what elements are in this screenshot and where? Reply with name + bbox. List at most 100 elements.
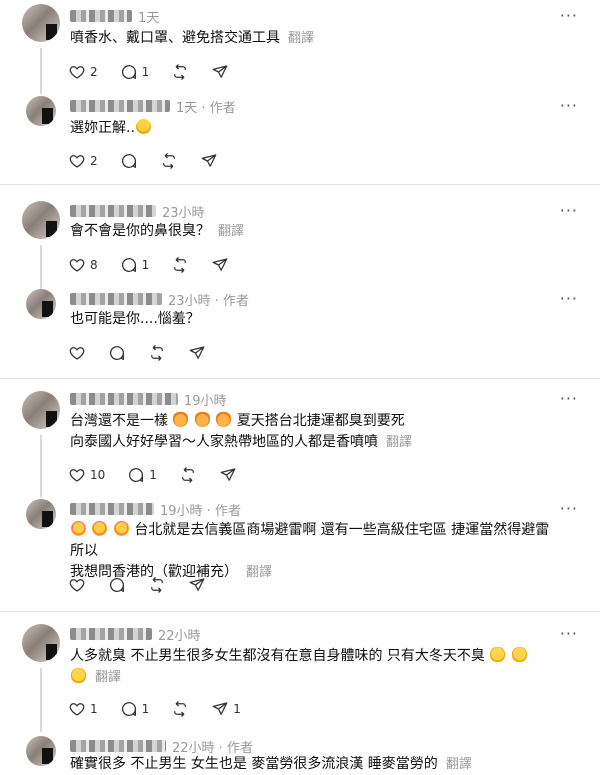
thread-line: [40, 245, 42, 291]
thread-line: [40, 668, 42, 732]
username[interactable]: [70, 740, 166, 752]
heart-icon: [69, 66, 85, 79]
share-button[interactable]: [188, 344, 206, 362]
repost-button[interactable]: [171, 63, 189, 81]
username[interactable]: [70, 205, 156, 217]
repost-icon: [174, 257, 187, 273]
avatar[interactable]: [22, 4, 60, 42]
avatar[interactable]: [26, 289, 56, 319]
send-icon: [212, 258, 228, 271]
comment-thread: 22小時 ··· 人多就臭 不止男生很多女生都沒有在意自身體味的 只有大冬天不臭…: [0, 612, 600, 773]
like-count: 2: [90, 65, 98, 79]
action-bar: 10 1: [68, 464, 259, 486]
like-button[interactable]: 2: [68, 152, 98, 170]
comment-header: 1天 · 作者: [70, 96, 236, 116]
avatar[interactable]: [26, 736, 56, 766]
timestamp: 1天 · 作者: [176, 100, 236, 116]
hugging-face-emoji: [490, 647, 506, 662]
hugging-face-emoji: [71, 668, 86, 683]
repost-button[interactable]: [160, 152, 178, 170]
reply-button[interactable]: [120, 152, 138, 170]
share-count: 1: [233, 702, 241, 716]
comment-text: 選妳正解..: [70, 118, 560, 139]
like-count: 10: [90, 468, 106, 482]
more-options-icon[interactable]: ···: [560, 289, 578, 308]
share-button[interactable]: [200, 152, 218, 170]
comment-header: 19小時 · 作者: [70, 499, 241, 519]
repost-button[interactable]: [171, 700, 189, 718]
username[interactable]: [70, 100, 170, 112]
pouting-cat-emoji: [173, 412, 189, 427]
repost-icon: [174, 64, 187, 80]
avatar[interactable]: [26, 96, 56, 126]
username[interactable]: [70, 628, 152, 640]
comment-thread: 19小時 ··· 台灣還不是一樣 夏天搭台北捷運都臭到要死 向泰國人好好學習～人…: [0, 379, 600, 612]
translate-link[interactable]: 翻譯: [386, 435, 412, 450]
share-button[interactable]: [211, 256, 229, 274]
heart-icon: [69, 155, 85, 168]
translate-link[interactable]: 翻譯: [95, 670, 121, 685]
reply-button[interactable]: 1: [120, 63, 149, 81]
crying-face-emoji: [135, 119, 151, 134]
comment-header: 23小時 · 作者: [70, 289, 249, 309]
comment-text: 確實很多 不止男生 女生也是 麥當勞很多流浪漢 睡麥當勞的 翻譯: [70, 756, 472, 772]
like-button[interactable]: 8: [68, 256, 98, 274]
username[interactable]: [70, 10, 132, 22]
comment-icon: [121, 702, 136, 717]
more-options-icon[interactable]: ···: [560, 96, 578, 115]
repost-button[interactable]: [148, 576, 166, 594]
repost-button[interactable]: [171, 256, 189, 274]
username[interactable]: [70, 293, 162, 305]
comment-icon: [129, 468, 144, 483]
comment-header: 22小時 · 作者: [70, 736, 253, 756]
like-count: 2: [90, 154, 98, 168]
thread-line: [40, 435, 42, 497]
repost-button[interactable]: [179, 466, 197, 484]
action-bar: 2: [68, 150, 240, 172]
send-icon: [189, 578, 205, 591]
like-count: 1: [90, 702, 98, 716]
avatar[interactable]: [22, 391, 60, 429]
comment-icon: [121, 258, 136, 273]
share-button[interactable]: [188, 576, 206, 594]
reply-button[interactable]: [108, 576, 126, 594]
send-icon: [212, 65, 228, 78]
repost-button[interactable]: [148, 344, 166, 362]
reply-button[interactable]: 1: [120, 256, 149, 274]
like-count: 8: [90, 258, 98, 272]
reply-button[interactable]: 1: [120, 700, 149, 718]
more-options-icon[interactable]: ···: [560, 624, 578, 643]
comment-text: 人多就臭 不止男生很多女生都沒有在意自身體味的 只有大冬天不臭 翻譯: [70, 646, 560, 688]
reply-button[interactable]: [108, 344, 126, 362]
share-button[interactable]: [211, 63, 229, 81]
more-options-icon[interactable]: ···: [560, 499, 578, 518]
avatar[interactable]: [22, 201, 60, 239]
more-options-icon[interactable]: ···: [560, 201, 578, 220]
like-button[interactable]: 2: [68, 63, 98, 81]
more-options-icon[interactable]: ···: [560, 389, 578, 408]
translate-link[interactable]: 翻譯: [246, 565, 272, 580]
reply-button[interactable]: 1: [127, 466, 157, 484]
repost-icon: [151, 577, 163, 593]
timestamp: 22小時: [158, 628, 201, 644]
share-button[interactable]: [219, 466, 237, 484]
avatar[interactable]: [22, 624, 60, 662]
send-icon: [220, 468, 236, 481]
pouting-cat-emoji: [216, 412, 232, 427]
username[interactable]: [70, 503, 154, 515]
avatar[interactable]: [26, 499, 56, 529]
translate-link[interactable]: 翻譯: [288, 31, 314, 46]
heart-icon: [69, 579, 85, 592]
like-button[interactable]: 1: [68, 700, 98, 718]
hugging-face-emoji: [511, 647, 527, 662]
more-options-icon[interactable]: ···: [560, 6, 578, 25]
like-button[interactable]: [68, 344, 86, 362]
comment-thread: 1天 ··· 噴香水、戴口罩、避免搭交通工具 翻譯 2 1 1天 · 作者 ···…: [0, 0, 600, 185]
timestamp: 23小時: [162, 205, 205, 221]
comment-text: 也可能是你....惱羞？: [70, 311, 200, 327]
like-button[interactable]: 10: [68, 466, 105, 484]
like-button[interactable]: [68, 576, 86, 594]
translate-link[interactable]: 翻譯: [218, 224, 244, 239]
username[interactable]: [70, 393, 178, 405]
share-button[interactable]: 1: [211, 700, 241, 718]
